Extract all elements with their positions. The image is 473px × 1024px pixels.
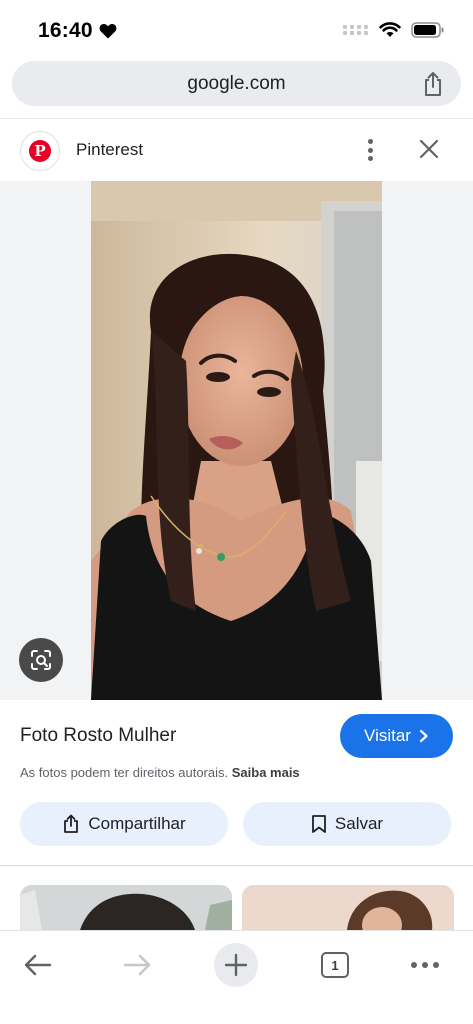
result-title[interactable]: Foto Rosto Mulher: [20, 725, 176, 747]
related-thumb-1: [20, 885, 232, 930]
source-favicon: P: [20, 131, 60, 171]
related-image-2[interactable]: [242, 885, 454, 930]
battery-icon: [411, 22, 444, 38]
result-image[interactable]: [91, 181, 382, 700]
new-tab-button[interactable]: [214, 943, 258, 987]
image-preview-area: [0, 181, 473, 700]
close-button[interactable]: [418, 138, 440, 165]
more-dot: [367, 147, 373, 153]
status-time: 16:40: [38, 19, 93, 42]
save-label: Salvar: [334, 814, 384, 833]
menu-button[interactable]: [403, 943, 447, 987]
address-bar[interactable]: google.com: [12, 61, 461, 106]
pinterest-logo-icon: P: [29, 140, 51, 162]
share-label: Compartilhar: [88, 814, 186, 833]
forward-button[interactable]: [115, 943, 159, 987]
back-button[interactable]: [16, 943, 60, 987]
more-options-button[interactable]: [360, 136, 380, 164]
more-vertical-icon: [367, 139, 373, 144]
save-button[interactable]: Salvar: [243, 802, 451, 846]
related-thumb-2: [242, 885, 454, 930]
heart-icon: [99, 23, 117, 39]
portrait-photo: [91, 181, 382, 700]
plus-icon: [224, 953, 248, 977]
wifi-icon: [379, 22, 401, 37]
more-dot: [367, 156, 373, 161]
share-icon: [64, 814, 79, 833]
more-horizontal-icon: [411, 962, 439, 968]
cellular-signal-icon: [343, 25, 368, 35]
source-name[interactable]: Pinterest: [76, 140, 143, 160]
lens-search-button[interactable]: [19, 638, 63, 682]
source-header: P Pinterest: [0, 118, 473, 180]
share-page-button[interactable]: [421, 71, 445, 97]
forward-arrow-icon: [123, 954, 151, 976]
related-image-1[interactable]: [20, 885, 232, 930]
lens-search-icon: [31, 650, 51, 670]
learn-more-link[interactable]: Saiba mais: [232, 765, 300, 780]
close-icon: [419, 139, 439, 159]
back-arrow-icon: [24, 954, 52, 976]
visit-button[interactable]: Visitar: [340, 714, 453, 758]
tabs-icon: 1: [321, 952, 349, 978]
status-indicators: [343, 22, 445, 38]
visit-label: Visitar: [364, 726, 411, 745]
copyright-notice: As fotos podem ter direitos autorais. Sa…: [20, 765, 300, 780]
bottom-toolbar: 1: [0, 930, 473, 1024]
bookmark-icon: [312, 815, 326, 833]
section-divider: [0, 865, 473, 866]
copyright-text: As fotos podem ter direitos autorais.: [20, 765, 229, 780]
status-time-group: 16:40: [38, 19, 117, 43]
share-button[interactable]: Compartilhar: [20, 802, 228, 846]
tabs-button[interactable]: 1: [313, 943, 357, 987]
address-url[interactable]: google.com: [12, 73, 461, 95]
chevron-right-icon: [419, 729, 428, 743]
status-bar: 16:40: [0, 0, 473, 60]
share-icon: [425, 72, 441, 96]
